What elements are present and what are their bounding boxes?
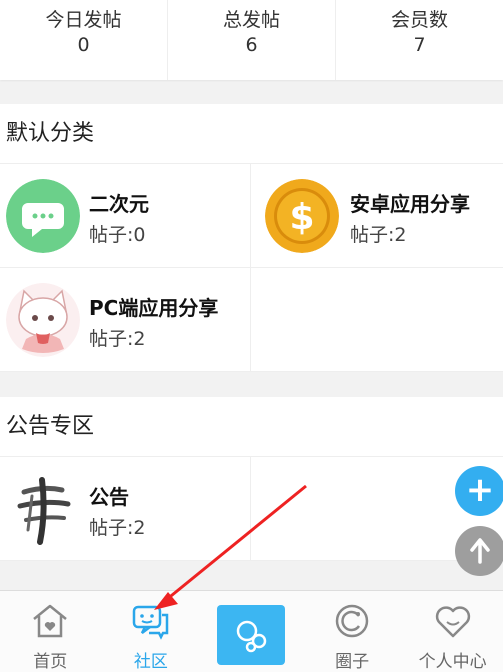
forum-post-count: 帖子:2 bbox=[350, 224, 407, 246]
stat-value: 7 bbox=[413, 34, 426, 56]
nav-label: 圈子 bbox=[335, 652, 370, 672]
circle-icon bbox=[335, 604, 369, 638]
forum-grid: 二次元 帖子:0 $ 安卓应用分享 帖子:2 PC端应用分享 帖子:2 bbox=[0, 164, 503, 372]
nav-label: 个人中心 bbox=[418, 652, 487, 672]
section-title: 公告专区 bbox=[0, 397, 503, 457]
section-title: 默认分类 bbox=[0, 104, 503, 164]
default-category-section: 默认分类 二次元 帖子:0 $ 安卓应用分享 帖子:2 PC端应用分享 帖子:2 bbox=[0, 104, 503, 372]
stat-members: 会员数 7 bbox=[336, 0, 503, 80]
forum-item-android-apps[interactable]: $ 安卓应用分享 帖子:2 bbox=[251, 164, 503, 268]
forum-name: 公告 bbox=[89, 485, 129, 509]
svg-text:$: $ bbox=[289, 197, 314, 238]
stat-total-posts: 总发帖 6 bbox=[168, 0, 336, 80]
center-button[interactable] bbox=[217, 605, 286, 665]
forum-item-empty bbox=[251, 268, 503, 372]
forum-name: 安卓应用分享 bbox=[350, 192, 470, 216]
add-post-button[interactable]: + bbox=[455, 466, 503, 516]
heart-face-icon bbox=[435, 606, 470, 638]
forum-grid: 公告 帖子:2 bbox=[0, 457, 503, 561]
dollar-coin-icon: $ bbox=[265, 179, 339, 253]
anime-cat-avatar bbox=[6, 283, 80, 357]
chat-bubble-icon bbox=[6, 179, 80, 253]
stat-label: 今日发帖 bbox=[45, 9, 122, 31]
stat-label: 会员数 bbox=[390, 9, 448, 31]
home-icon bbox=[33, 604, 68, 638]
stats-bar: 今日发帖 0 总发帖 6 会员数 7 bbox=[0, 0, 503, 80]
nav-label: 社区 bbox=[133, 652, 168, 672]
forum-post-count: 帖子:2 bbox=[89, 517, 146, 539]
bubbles-icon bbox=[237, 620, 267, 653]
forum-item-announcement[interactable]: 公告 帖子:2 bbox=[0, 457, 251, 561]
forum-post-count: 帖子:0 bbox=[89, 224, 146, 246]
forum-item-anime[interactable]: 二次元 帖子:0 bbox=[0, 164, 251, 268]
stat-value: 6 bbox=[245, 34, 258, 56]
forum-name: PC端应用分享 bbox=[89, 296, 219, 320]
nav-center-action[interactable] bbox=[201, 591, 302, 672]
forum-item-pc-apps[interactable]: PC端应用分享 帖子:2 bbox=[0, 268, 251, 372]
stat-value: 0 bbox=[77, 34, 90, 56]
community-chat-icon bbox=[132, 605, 169, 640]
arrow-up-icon bbox=[470, 538, 490, 564]
back-to-top-button[interactable] bbox=[455, 526, 503, 576]
nav-home[interactable]: 首页 bbox=[0, 591, 101, 672]
forum-post-count: 帖子:2 bbox=[89, 328, 146, 350]
stat-label: 总发帖 bbox=[222, 9, 280, 31]
calligraphy-icon bbox=[6, 472, 80, 546]
stat-today-posts: 今日发帖 0 bbox=[0, 0, 168, 80]
nav-community[interactable]: 社区 bbox=[101, 591, 202, 672]
forum-name: 二次元 bbox=[89, 192, 149, 216]
nav-circle[interactable]: 圈子 bbox=[302, 591, 403, 672]
announcement-section: 公告专区 公告 帖子:2 bbox=[0, 397, 503, 561]
nav-label: 首页 bbox=[33, 652, 68, 672]
nav-profile[interactable]: 个人中心 bbox=[402, 591, 503, 672]
bottom-nav: 首页 社区 圈子 个人中心 bbox=[0, 590, 503, 672]
